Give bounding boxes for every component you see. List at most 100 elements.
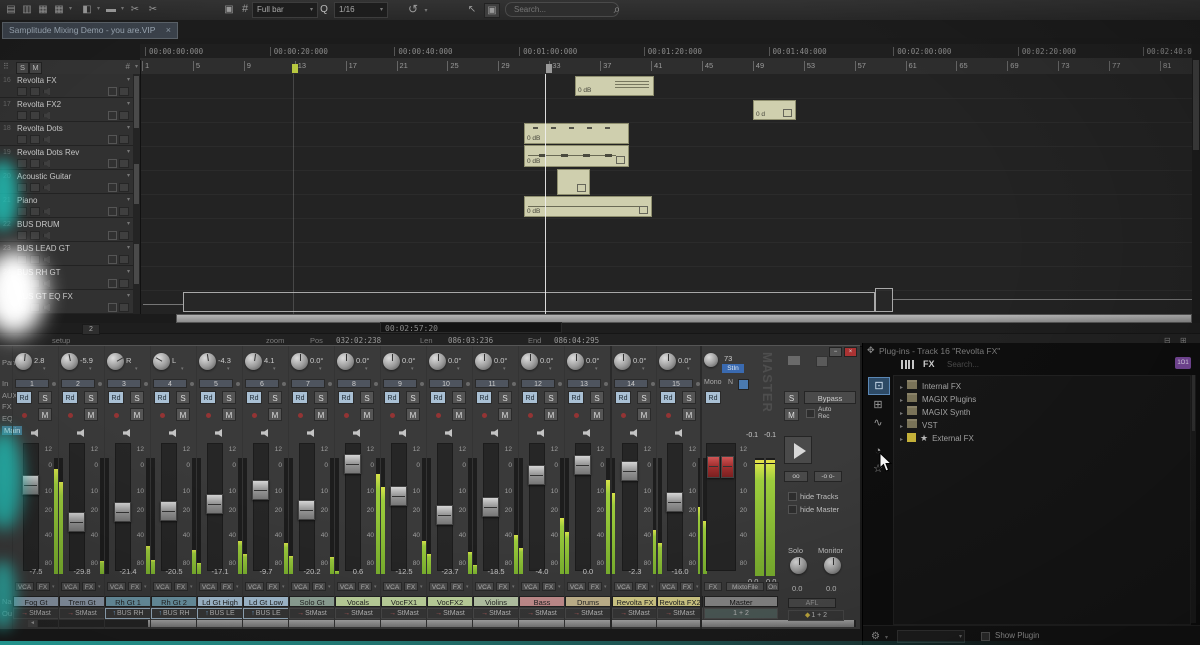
- track-lock-icon[interactable]: [108, 231, 117, 240]
- channel-output[interactable]: →StMast: [427, 608, 473, 619]
- channel-output[interactable]: →StMast: [59, 608, 105, 619]
- master-output[interactable]: 1 + 2: [704, 608, 778, 619]
- channel-output[interactable]: →StMast: [381, 608, 427, 619]
- channel-strip[interactable]: 0.0° ▾ 11 Rd S M 12 0 10 20 40 80 -18.5 VCA FX ▾ Violins…: [472, 346, 523, 629]
- fader-handle[interactable]: [390, 485, 407, 506]
- track-row[interactable]: 19 Revolta Dots Rev ▾: [0, 146, 133, 170]
- pan-knob[interactable]: [107, 353, 124, 370]
- channel-speaker-icon[interactable]: [630, 429, 637, 437]
- track-speaker-icon[interactable]: [43, 87, 50, 96]
- track-monitor-icon[interactable]: [119, 159, 129, 168]
- afl-button[interactable]: AFL: [788, 598, 836, 608]
- fx-button[interactable]: FX: [404, 582, 418, 591]
- vca-button[interactable]: VCA: [614, 582, 633, 591]
- link-oo-button[interactable]: oo: [784, 471, 808, 482]
- channel-output[interactable]: →StMast: [657, 608, 703, 619]
- record-button[interactable]: Rd: [615, 391, 631, 404]
- fx-chevron-icon[interactable]: ▾: [52, 584, 55, 590]
- play-button[interactable]: [784, 436, 812, 464]
- hide-tracks-checkbox[interactable]: [788, 492, 797, 501]
- channel-number[interactable]: 4: [153, 379, 187, 388]
- fx-chevron-icon[interactable]: ▾: [558, 584, 561, 590]
- channel-output[interactable]: ↑BUS LE: [197, 608, 243, 619]
- new-file-icon[interactable]: ▤: [4, 3, 18, 16]
- plugin-tree-scrollbar[interactable]: [1191, 375, 1196, 623]
- channel-dot-icon[interactable]: [651, 382, 655, 386]
- mix-to-file-button[interactable]: MixtoFile: [726, 582, 764, 591]
- master-solo-button[interactable]: S: [784, 391, 799, 404]
- track-mute-button[interactable]: [30, 159, 40, 168]
- channel-output[interactable]: →StMast: [289, 608, 335, 619]
- channel-speaker-icon[interactable]: [123, 429, 130, 437]
- fader-handle[interactable]: [160, 500, 177, 521]
- record-button[interactable]: Rd: [430, 391, 446, 404]
- channel-strip[interactable]: 4.1 ▾ 6 Rd S M 12 0 10 20 40 80 -9.7 VCA FX ▾ Ld Gt Low ↑…: [242, 346, 293, 629]
- channel-name[interactable]: Solo Gt: [289, 596, 335, 607]
- fx-chevron-icon[interactable]: ▾: [512, 584, 515, 590]
- track-mute-button[interactable]: [30, 255, 40, 264]
- audio-clip[interactable]: 0 dB: [524, 145, 629, 167]
- channel-name[interactable]: VocFX2: [427, 596, 473, 607]
- fx-button[interactable]: FX: [266, 582, 280, 591]
- track-mute-button[interactable]: [30, 279, 40, 288]
- track-list-scrollbar[interactable]: [133, 74, 140, 314]
- track-grid-icon[interactable]: #: [126, 62, 130, 71]
- track-speaker-icon[interactable]: [43, 159, 50, 168]
- pan-knob[interactable]: [153, 353, 170, 370]
- channel-output[interactable]: ↑BUS LE: [243, 608, 289, 619]
- playhead[interactable]: [545, 74, 546, 314]
- tree-expand-icon[interactable]: ▸: [900, 424, 903, 430]
- track-monitor-icon[interactable]: [119, 255, 129, 264]
- track-monitor-icon[interactable]: [119, 87, 129, 96]
- channel-output[interactable]: →StMast: [335, 608, 381, 619]
- track-mute-button[interactable]: [30, 183, 40, 192]
- fx-button[interactable]: FX: [128, 582, 142, 591]
- fader-handle[interactable]: [252, 480, 269, 501]
- solo-button[interactable]: S: [130, 391, 144, 404]
- tree-item[interactable]: ▸ Internal FX: [900, 380, 961, 393]
- fx-chevron-icon[interactable]: ▾: [420, 584, 423, 590]
- track-monitor-icon[interactable]: [119, 303, 129, 312]
- track-chevron-icon[interactable]: ▾: [127, 292, 130, 299]
- track-lock-icon[interactable]: [108, 279, 117, 288]
- fader-handle[interactable]: [22, 474, 39, 495]
- track-speaker-icon[interactable]: [43, 183, 50, 192]
- track-row[interactable]: 21 Piano ▾: [0, 194, 133, 218]
- pan-knob[interactable]: [199, 353, 216, 370]
- fader-handle[interactable]: [344, 454, 361, 475]
- channel-number[interactable]: 7: [291, 379, 325, 388]
- pan-knob[interactable]: [291, 353, 308, 370]
- automation-envelope[interactable]: [183, 292, 875, 312]
- audio-clip[interactable]: 0 dB: [524, 196, 652, 217]
- channel-dot-icon[interactable]: [98, 382, 102, 386]
- solo-button[interactable]: S: [38, 391, 52, 404]
- mute-button[interactable]: M: [268, 408, 282, 421]
- channel-name[interactable]: Ld Gt Low: [243, 596, 289, 607]
- track-lane[interactable]: [140, 194, 1192, 219]
- fx-chevron-icon[interactable]: ▾: [190, 584, 193, 590]
- track-chevron-icon[interactable]: ▾: [127, 220, 130, 227]
- all-mute-button[interactable]: M: [29, 62, 42, 74]
- track-chevron-icon[interactable]: ▾: [127, 172, 130, 179]
- solo-button[interactable]: S: [222, 391, 236, 404]
- solo-button[interactable]: S: [452, 391, 466, 404]
- channel-strip[interactable]: L ▾ 4 Rd S M 12 0 10 20 40 80 -20.5 VCA FX ▾ Rh Gt 2 ↑BUS…: [150, 346, 201, 629]
- pan-chevron-icon[interactable]: ▾: [319, 366, 322, 372]
- project-tab[interactable]: Samplitude Mixing Demo - you are.VIP ×: [2, 22, 178, 39]
- channel-name[interactable]: Trem Gt: [59, 596, 105, 607]
- channel-speaker-icon[interactable]: [261, 429, 268, 437]
- mixer-grid-icon[interactable]: [816, 356, 828, 367]
- track-solo-button[interactable]: [17, 135, 27, 144]
- track-mute-button[interactable]: [30, 303, 40, 312]
- channel-output[interactable]: →StMast: [519, 608, 565, 619]
- channel-number[interactable]: 5: [199, 379, 233, 388]
- pan-knob[interactable]: [245, 353, 262, 370]
- channel-strip[interactable]: 0.0° ▾ 8 Rd S M 12 0 10 20 40 80 0.6 VCA FX ▾ Vocals →StM…: [334, 346, 385, 629]
- record-button[interactable]: Rd: [154, 391, 170, 404]
- fx-button[interactable]: FX: [680, 582, 694, 591]
- record-button[interactable]: Rd: [246, 391, 262, 404]
- channel-name[interactable]: Bass: [519, 596, 565, 607]
- track-solo-button[interactable]: [17, 279, 27, 288]
- wave-view-icon[interactable]: ∿: [868, 415, 888, 431]
- timecode-ruler[interactable]: 00:00:00:000 00:00:20:000 00:00:40:000 00:0…: [140, 44, 1200, 59]
